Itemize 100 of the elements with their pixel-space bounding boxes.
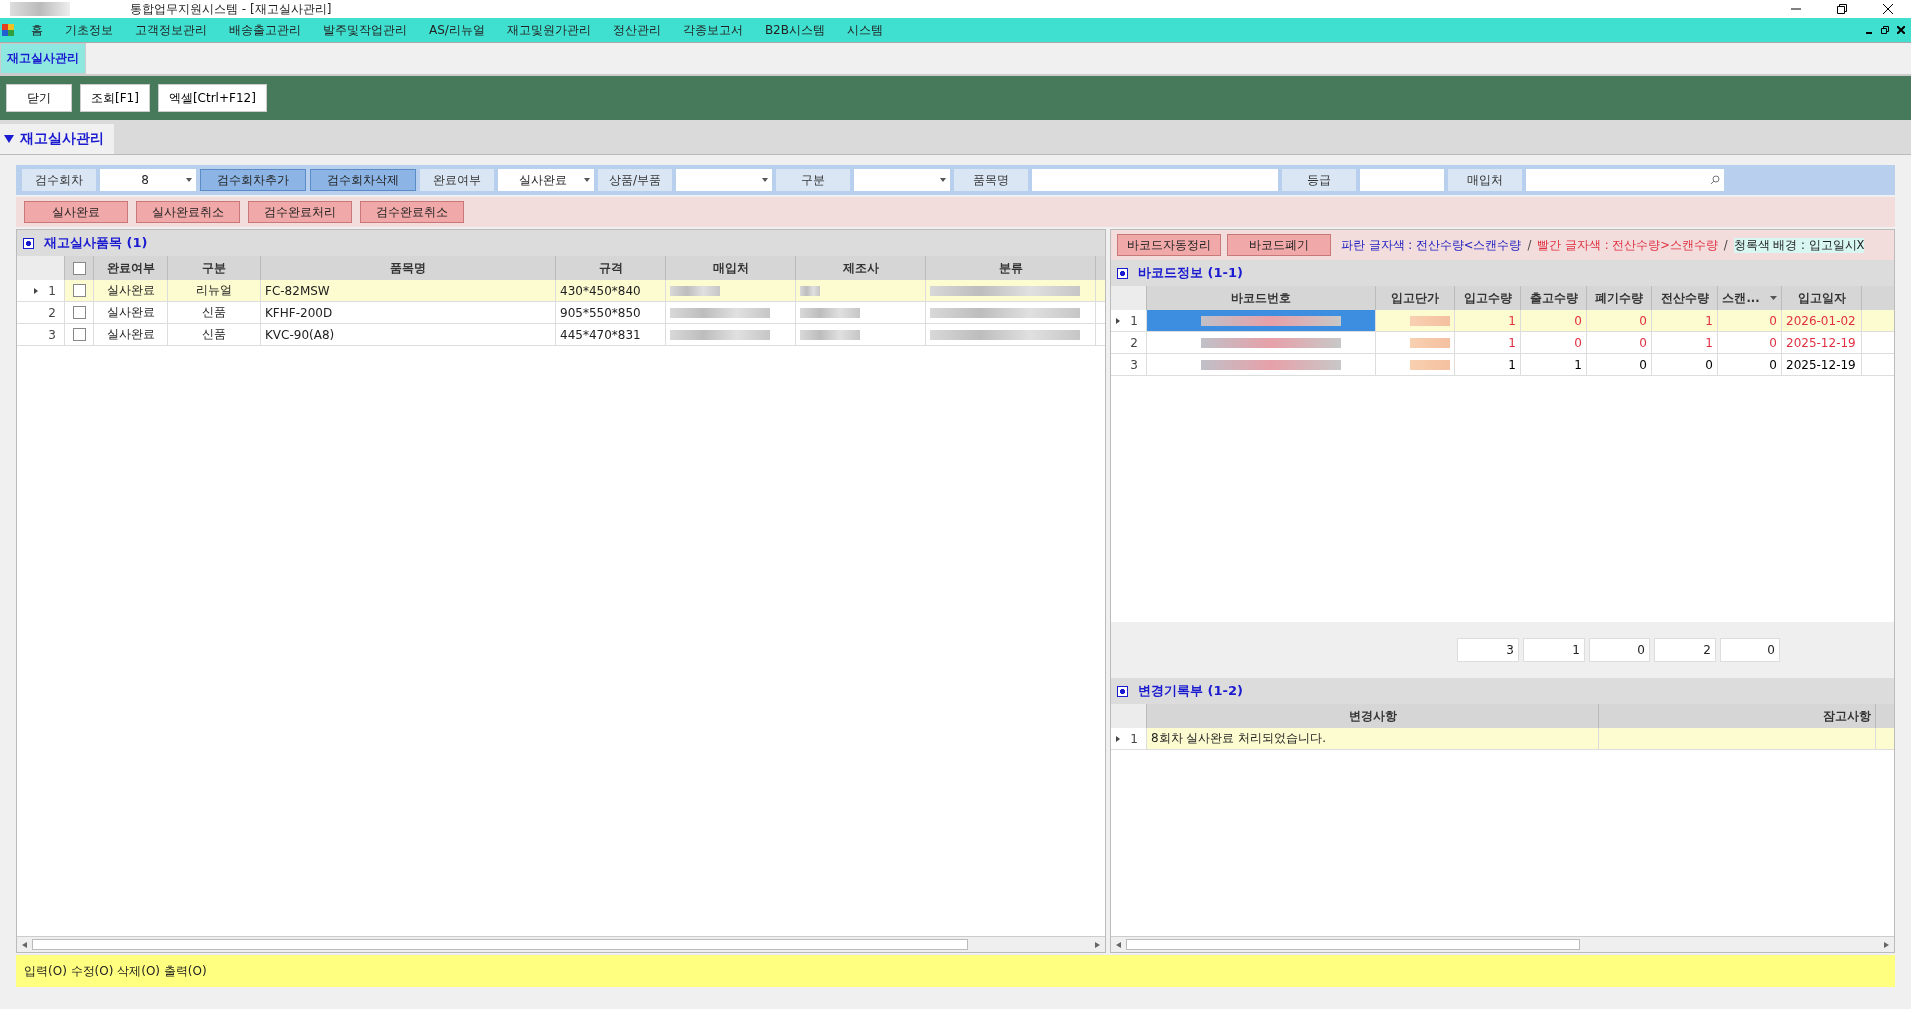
close-icon (1883, 4, 1893, 14)
input-field[interactable] (1360, 169, 1444, 191)
filter-label: 매입처 (1448, 169, 1522, 191)
row-checkbox[interactable] (72, 284, 86, 297)
sort-caret-icon (1769, 296, 1777, 300)
grid-row[interactable]: 1 실사완료 리뉴얼 FC-82MSW 430*450*840 (17, 280, 1105, 302)
table-cell: 실사완료 (94, 280, 168, 301)
panel-icon (1117, 267, 1128, 279)
select-all-checkbox[interactable] (72, 261, 86, 275)
blurred-text (1410, 337, 1450, 348)
grid-row[interactable]: 2 1 0 0 1 0 2025-12-19 (1111, 332, 1894, 354)
toolbar-button[interactable]: 조회[F1] (80, 84, 150, 112)
menu-item[interactable]: 정산관리 (601, 21, 672, 39)
row-number: 1 (48, 283, 56, 298)
table-cell: 리뉴얼 (168, 280, 261, 301)
menu-item[interactable]: AS/리뉴얼 (418, 21, 496, 39)
grid-row[interactable]: 3 실사완료 신품 KVC-90(A8) 445*470*831 (17, 324, 1105, 346)
dropdown-caret-icon (762, 178, 768, 182)
scroll-left-icon[interactable] (22, 941, 27, 948)
grid-row[interactable]: 3 1 1 0 0 0 2025-12-19 (1111, 354, 1894, 376)
action-button[interactable]: 바코드자동정리 (1117, 234, 1221, 256)
table-cell: FC-82MSW (261, 280, 556, 301)
search-icon (1710, 175, 1720, 185)
close-icon (1897, 26, 1905, 34)
scroll-right-icon[interactable] (1095, 941, 1100, 948)
menu-item[interactable]: 발주및작업관리 (312, 21, 418, 39)
table-cell: KVC-90(A8) (261, 324, 556, 345)
legend-text: 파란 글자색 : 전산수량<스캔수량 (1341, 237, 1522, 253)
app-icon (10, 2, 70, 16)
restore-button[interactable] (1881, 26, 1889, 34)
scroll-left-icon[interactable] (1116, 941, 1121, 948)
horizontal-scrollbar[interactable] (17, 936, 1105, 952)
table-cell: 0 (1718, 354, 1782, 375)
total-field: 0 (1589, 638, 1650, 662)
row-number: 1 (1130, 731, 1138, 746)
search-field[interactable] (1526, 169, 1724, 191)
total-field: 1 (1523, 638, 1585, 662)
grid-row[interactable]: 2 실사완료 신품 KFHF-200D 905*550*850 (17, 302, 1105, 324)
action-button[interactable]: 검수완료처리 (248, 201, 352, 223)
table-cell: 2026-01-02 (1782, 310, 1862, 331)
table-cell: 1 (1455, 332, 1521, 353)
legend-separator: / (1527, 237, 1532, 253)
blurred-text (1410, 315, 1450, 326)
menu-item[interactable]: 각종보고서 (671, 21, 754, 39)
table-cell: 실사완료 (94, 302, 168, 323)
legend-text: 청록색 배경 : 입고일시X (1733, 237, 1865, 253)
total-field: 2 (1654, 638, 1716, 662)
menu-item[interactable]: 시스템 (836, 21, 894, 39)
menu-item[interactable]: B2B시스템 (753, 21, 836, 39)
menu-item[interactable]: 배송출고관리 (218, 21, 312, 39)
table-cell: 905*550*850 (556, 302, 666, 323)
panel-title: 재고실사품목 (1) (44, 234, 148, 252)
combo-box[interactable]: 8 (100, 169, 196, 191)
grid-row[interactable]: 1 8회차 실사완료 처리되었습니다. (1111, 728, 1894, 750)
table-cell: 2025-12-19 (1782, 332, 1862, 353)
toolbar-button[interactable]: 엑셀[Ctrl+F12] (157, 84, 267, 112)
input-field[interactable] (1032, 169, 1278, 191)
table-cell: 0 (1521, 310, 1587, 331)
combo-box[interactable]: 실사완료 (498, 169, 594, 191)
menu-item[interactable]: 홈 (20, 21, 54, 39)
menu-item[interactable]: 기초정보 (54, 21, 124, 39)
menu-item[interactable]: 재고및원가관리 (495, 21, 602, 39)
filter-label: 품목명 (954, 169, 1028, 191)
table-cell: 0 (1587, 354, 1652, 375)
filter-button[interactable]: 검수회차삭제 (310, 169, 416, 191)
blurred-text (1410, 359, 1450, 370)
restore-icon (1881, 26, 1889, 34)
table-cell: 0 (1718, 310, 1782, 331)
menu-item[interactable]: 고객정보관리 (124, 21, 218, 39)
table-cell: 0 (1652, 354, 1718, 375)
document-tab[interactable]: 재고실사관리 (0, 43, 86, 74)
legend-separator: / (1723, 237, 1728, 253)
row-number: 2 (48, 305, 56, 320)
section-header[interactable]: 재고실사관리 (0, 124, 114, 154)
action-button[interactable]: 실사완료취소 (136, 201, 240, 223)
table-cell: 0 (1587, 332, 1652, 353)
row-checkbox[interactable] (72, 306, 86, 319)
toolbar-button[interactable]: 닫기 (6, 84, 72, 112)
legend-text: 빨간 글자색 : 전산수량>스캔수량 (1537, 237, 1718, 253)
close-button[interactable] (1897, 26, 1905, 34)
row-checkbox[interactable] (72, 328, 86, 341)
dropdown-caret-icon (940, 178, 946, 182)
total-field: 3 (1457, 638, 1519, 662)
dropdown-caret-icon (584, 178, 590, 182)
filter-button[interactable]: 검수회차추가 (200, 169, 306, 191)
scroll-right-icon[interactable] (1884, 941, 1889, 948)
horizontal-scrollbar[interactable] (1111, 936, 1894, 952)
dropdown-caret-icon (186, 178, 192, 182)
action-button[interactable]: 바코드폐기 (1227, 234, 1331, 256)
table-cell: 0 (1718, 332, 1782, 353)
row-number: 1 (1130, 313, 1138, 328)
table-cell: 1 (1652, 310, 1718, 331)
grid-row[interactable]: 1 1 0 0 1 0 2026-01-02 (1111, 310, 1894, 332)
filter-label: 구분 (776, 169, 850, 191)
action-button[interactable]: 실사완료 (24, 201, 128, 223)
panel-icon (1117, 685, 1128, 697)
table-cell: 1 (1521, 354, 1587, 375)
table-cell: 430*450*840 (556, 280, 666, 301)
action-button[interactable]: 검수완료취소 (360, 201, 464, 223)
table-cell: 445*470*831 (556, 324, 666, 345)
